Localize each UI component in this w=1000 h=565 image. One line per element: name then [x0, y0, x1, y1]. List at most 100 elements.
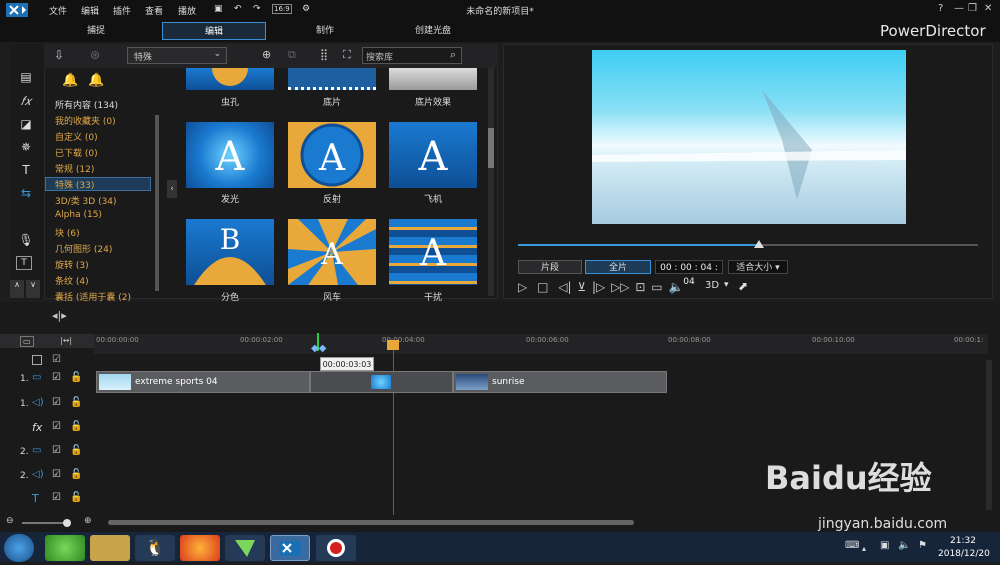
- library-scroll-thumb[interactable]: [488, 128, 494, 168]
- tray-expand-icon[interactable]: ▴: [862, 544, 866, 553]
- track-manager-icon[interactable]: ▭: [20, 336, 34, 347]
- track-enable-checkbox[interactable]: ☑: [52, 445, 61, 456]
- transition-thumb[interactable]: A: [186, 122, 274, 188]
- media-room-icon[interactable]: ▤: [16, 70, 36, 88]
- transition-thumb[interactable]: [288, 68, 376, 90]
- transition-room-icon[interactable]: ⇆: [16, 186, 36, 204]
- track-enable-checkbox[interactable]: ☑: [52, 492, 61, 503]
- category-scrollbar[interactable]: [155, 115, 159, 291]
- restore-button[interactable]: ❐: [968, 3, 977, 14]
- network-tray-icon[interactable]: ▣: [880, 540, 889, 551]
- record-icon[interactable]: [316, 535, 356, 561]
- file-explorer-icon[interactable]: [90, 535, 130, 561]
- mark-icon[interactable]: ⊻: [577, 280, 586, 294]
- full-mode-tab[interactable]: 全片: [585, 260, 651, 274]
- audio-room-icon[interactable]: 🎙: [16, 233, 36, 251]
- scroll-down-icon[interactable]: ∨: [26, 280, 40, 298]
- transition-thumb[interactable]: [389, 68, 477, 90]
- title-room-icon[interactable]: T: [16, 163, 36, 181]
- category-item[interactable]: 所有内容 (134): [55, 98, 118, 111]
- category-item[interactable]: 已下载 (0): [55, 146, 98, 159]
- transition-thumb[interactable]: A: [288, 219, 376, 285]
- lock-icon[interactable]: 🔓: [70, 469, 82, 480]
- transition-thumb[interactable]: A: [288, 122, 376, 188]
- search-icon[interactable]: ⌕: [450, 48, 456, 62]
- category-item[interactable]: 旋转 (3): [55, 258, 89, 271]
- add-icon[interactable]: ⊕: [262, 48, 271, 61]
- 3d-dropdown-arrow-icon[interactable]: ▾: [724, 280, 729, 290]
- play-icon[interactable]: ▷: [518, 280, 527, 294]
- track-enable-checkbox[interactable]: ☑: [52, 421, 61, 432]
- transition-thumb[interactable]: A: [389, 122, 477, 188]
- category-item[interactable]: 条纹 (4): [55, 274, 89, 287]
- category-item[interactable]: 常规 (12): [55, 162, 94, 175]
- category-item-selected[interactable]: 特殊 (33): [45, 177, 151, 191]
- category-item[interactable]: 几何图形 (24): [55, 242, 112, 255]
- category-item[interactable]: 3D/类 3D (34): [55, 194, 117, 207]
- library-scrollbar[interactable]: [488, 68, 494, 296]
- help-button[interactable]: ?: [938, 3, 943, 14]
- subtitle-icon[interactable]: ▭: [651, 280, 662, 294]
- scroll-up-icon[interactable]: ∧: [10, 280, 24, 298]
- 360-browser-icon[interactable]: [45, 535, 85, 561]
- import-icon[interactable]: ⇩: [54, 48, 64, 62]
- library-search-input[interactable]: 搜索库 ⌕: [362, 47, 462, 64]
- video-clip[interactable]: extreme sports 04: [96, 371, 310, 393]
- scrubber-handle[interactable]: [754, 240, 764, 248]
- video-clip[interactable]: sunrise: [453, 371, 667, 393]
- category-dropdown[interactable]: 特殊 ⌄: [127, 47, 227, 64]
- zoom-in-icon[interactable]: ⊕: [84, 516, 92, 526]
- fast-forward-icon[interactable]: ▷▷: [611, 280, 629, 294]
- track-enable-checkbox[interactable]: ☑: [52, 372, 61, 383]
- grid-view-icon[interactable]: ⣿: [320, 48, 328, 61]
- powerdirector-taskbar-icon[interactable]: [270, 535, 310, 561]
- start-button[interactable]: [4, 534, 34, 562]
- previous-frame-icon[interactable]: ◁|: [558, 280, 571, 294]
- drag-handle-icon[interactable]: ◆◆: [311, 343, 326, 354]
- 3d-toggle[interactable]: 3D: [705, 280, 719, 291]
- lock-icon[interactable]: 🔓: [70, 445, 82, 456]
- tab-capture[interactable]: 捕捉: [50, 22, 142, 40]
- transition-clip[interactable]: [310, 371, 453, 393]
- fit-timeline-icon[interactable]: |↔|: [60, 336, 72, 345]
- tab-produce[interactable]: 制作: [280, 22, 370, 40]
- collapse-panel-icon[interactable]: ‹: [167, 180, 177, 198]
- clip-mode-tab[interactable]: 片段: [518, 260, 582, 274]
- tray-clock-time[interactable]: 21:32: [950, 536, 976, 546]
- expand-icon[interactable]: ⛶: [343, 48, 351, 62]
- firefox-icon[interactable]: [180, 535, 220, 561]
- keyboard-tray-icon[interactable]: ⌨: [845, 540, 859, 551]
- close-button[interactable]: ✕: [984, 3, 992, 14]
- undock-icon[interactable]: ⬈: [738, 279, 748, 293]
- volume-tray-icon[interactable]: 🔈: [898, 540, 910, 551]
- zoom-slider-handle[interactable]: [63, 519, 71, 527]
- track-scrollbar[interactable]: [986, 360, 992, 510]
- volume-icon[interactable]: 🔈: [668, 280, 683, 294]
- track-enable-checkbox[interactable]: ☑: [52, 469, 61, 480]
- minimize-button[interactable]: —: [954, 3, 964, 14]
- tab-edit[interactable]: 编辑: [162, 22, 266, 40]
- all-tracks-icon[interactable]: [32, 355, 42, 365]
- track-enable-checkbox[interactable]: ☑: [52, 397, 61, 408]
- playhead-head[interactable]: [387, 340, 399, 350]
- stop-icon[interactable]: □: [537, 280, 548, 294]
- category-item[interactable]: 我的收藏夹 (0): [55, 114, 116, 127]
- qq-icon[interactable]: 🐧: [135, 535, 175, 561]
- tray-clock-date[interactable]: 2018/12/20: [938, 549, 990, 559]
- lock-icon[interactable]: 🔓: [70, 372, 82, 383]
- category-item[interactable]: 块 (6): [55, 226, 80, 239]
- lock-icon[interactable]: 🔓: [70, 421, 82, 432]
- timecode-display[interactable]: 00 : 00 : 04 : 04: [655, 260, 723, 287]
- split-icon[interactable]: ◂|▸: [52, 309, 67, 322]
- subtitle-room-icon[interactable]: T: [16, 256, 32, 270]
- pip-room-icon[interactable]: ◪: [16, 117, 36, 135]
- particle-room-icon[interactable]: ✵: [16, 140, 36, 158]
- transition-thumb[interactable]: A: [389, 219, 477, 285]
- all-tracks-checkbox[interactable]: ☑: [52, 354, 61, 365]
- zoom-out-icon[interactable]: ⊖: [6, 516, 14, 526]
- timeline-scroll-thumb[interactable]: [108, 520, 634, 525]
- transition-thumb[interactable]: B: [186, 219, 274, 285]
- category-item[interactable]: 自定义 (0): [55, 130, 98, 143]
- next-frame-icon[interactable]: |▷: [592, 280, 605, 294]
- notification-tray-icon[interactable]: ⚑: [918, 540, 927, 551]
